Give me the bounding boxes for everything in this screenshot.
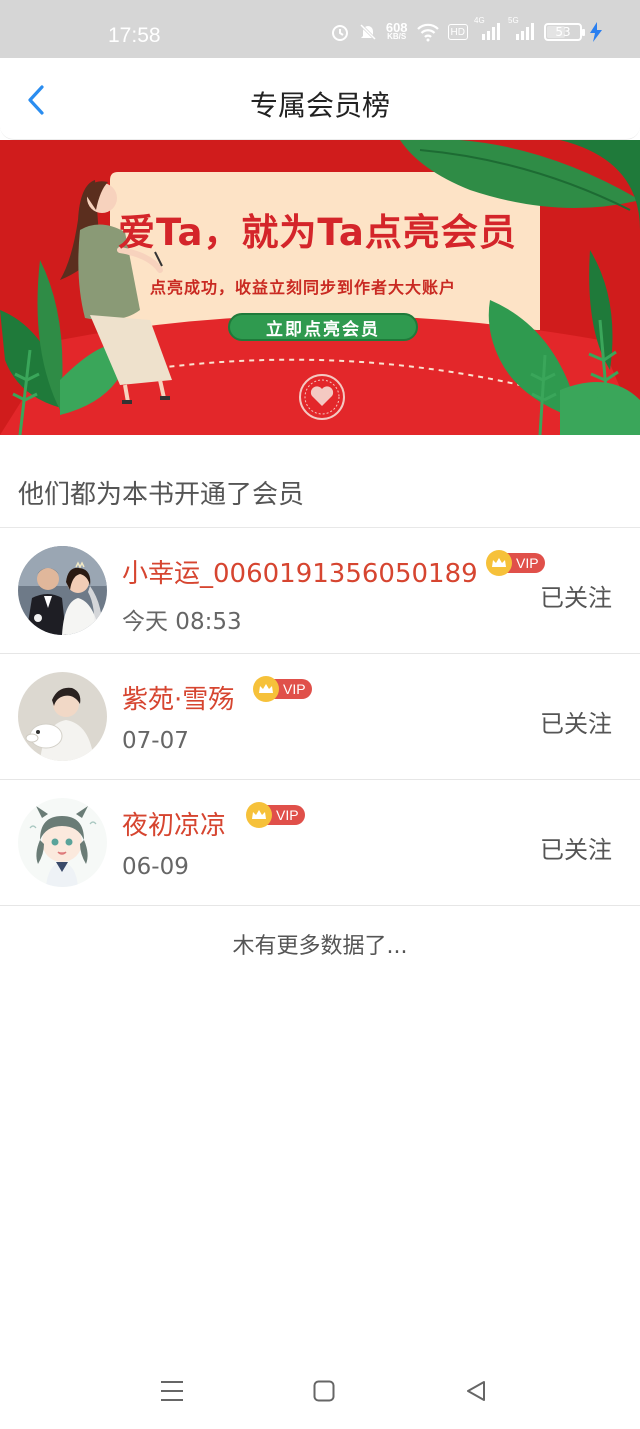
follow-status[interactable]: 已关注 [540, 704, 612, 739]
member-row[interactable]: 夜初凉凉 VIP 06-09 已关注 [0, 780, 640, 906]
home-square-icon [313, 1380, 335, 1402]
member-time: 07-07 [122, 728, 189, 754]
app-header: 专属会员榜 [0, 58, 640, 140]
network-speed-unit: KB/S [387, 32, 407, 41]
battery-level: 53 [555, 25, 571, 39]
wifi-icon [416, 22, 440, 42]
signal-4g-icon: 4G [474, 16, 502, 42]
charging-icon [590, 22, 602, 42]
home-button[interactable] [304, 1373, 344, 1409]
crown-icon [253, 676, 279, 702]
member-list: 小幸运_0060191356050189 VIP 今天 08:53 已关注 紫苑… [0, 528, 640, 906]
network-speed-value: 608 [385, 20, 408, 35]
system-back-button[interactable] [456, 1373, 496, 1409]
battery-icon: 53 [544, 23, 585, 41]
back-triangle-icon [467, 1381, 485, 1401]
no-more-data-text: 木有更多数据了... [232, 934, 408, 959]
banner-subtitle: 点亮成功，收益立刻同步到作者大大账户 [150, 278, 457, 297]
follow-status[interactable]: 已关注 [540, 578, 612, 613]
menu-button[interactable] [152, 1373, 192, 1409]
mute-bell-icon [358, 22, 378, 42]
menu-icon [161, 1381, 183, 1401]
status-icons: 608 KB/S HD 4G 5G 53 [330, 16, 602, 42]
network-speed: 608 KB/S [385, 20, 408, 41]
crown-icon [246, 802, 272, 828]
wedding-couple-avatar[interactable] [18, 546, 107, 635]
vip-badge: VIP [246, 802, 305, 828]
vip-badge: VIP [486, 550, 545, 576]
alarm-icon [330, 22, 350, 42]
page-title: 专属会员榜 [249, 89, 390, 122]
section-title: 他们都为本书开通了会员 [18, 480, 305, 510]
vip-badge: VIP [253, 676, 312, 702]
member-row[interactable]: 紫苑·雪殇 VIP 07-07 已关注 [0, 654, 640, 780]
light-up-membership-button[interactable]: 立即点亮会员 [228, 313, 418, 341]
banner-headline: 爱Ta，就为Ta点亮会员 [118, 211, 517, 254]
member-time: 今天 08:53 [122, 609, 242, 635]
promo-banner[interactable]: 爱Ta，就为Ta点亮会员 点亮成功，收益立刻同步到作者大大账户 立即点亮会员 [0, 140, 640, 435]
signal-4g-label: 4G [474, 16, 485, 25]
signal-5g-label: 5G [508, 16, 519, 25]
member-name[interactable]: 小幸运_0060191356050189 [122, 553, 478, 590]
follow-status[interactable]: 已关注 [540, 830, 612, 865]
member-name[interactable]: 夜初凉凉 [122, 805, 226, 842]
anime-girl-avatar[interactable] [18, 798, 107, 887]
member-row[interactable]: 小幸运_0060191356050189 VIP 今天 08:53 已关注 [0, 528, 640, 654]
status-time: 17:58 [108, 24, 161, 47]
member-name[interactable]: 紫苑·雪殇 [122, 679, 234, 716]
status-bar: 17:58 608 KB/S HD 4G 5G 53 [0, 0, 640, 58]
member-time: 06-09 [122, 854, 189, 880]
signal-5g-icon: 5G [508, 16, 536, 42]
young-man-avatar[interactable] [18, 672, 107, 761]
crown-icon [486, 550, 512, 576]
system-nav-bar [0, 1355, 640, 1429]
hd-icon: HD [447, 24, 468, 40]
